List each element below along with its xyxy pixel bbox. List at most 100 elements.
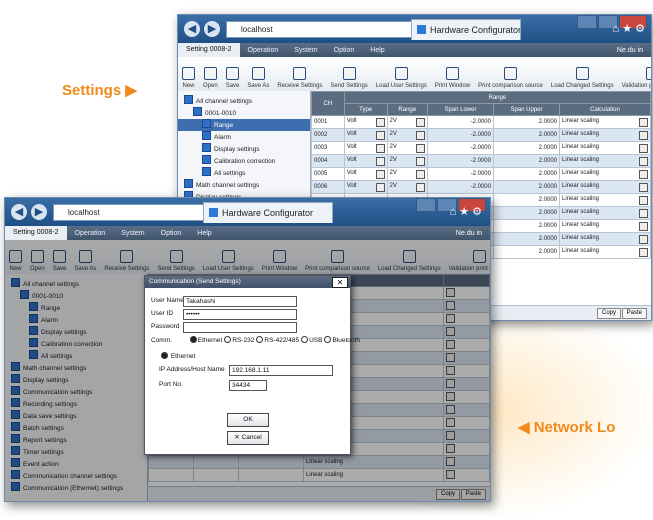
browser-tab[interactable]: Hardware Configurator: [411, 19, 521, 40]
menu-option[interactable]: Option: [153, 230, 190, 237]
cell-upper[interactable]: 2.0000: [492, 245, 561, 259]
cell-upper[interactable]: 2.0000: [492, 232, 561, 246]
dropdown-arrow-icon[interactable]: [375, 143, 385, 153]
cell-lower[interactable]: -2.0000: [426, 167, 494, 181]
tree-item[interactable]: Range: [178, 119, 310, 131]
cell-upper[interactable]: 2.0000: [492, 154, 561, 168]
tree-item[interactable]: 0001-0010: [178, 107, 310, 119]
home-star-gear-icon[interactable]: ⌂ ★ ⚙: [613, 22, 645, 35]
ip-address-field[interactable]: 192.168.1.11: [229, 365, 333, 376]
cell-lower[interactable]: -2.0000: [426, 141, 494, 155]
dropdown-arrow-icon[interactable]: [639, 221, 648, 231]
tree-item[interactable]: Math channel settings: [178, 179, 310, 191]
dropdown-arrow-icon[interactable]: [415, 143, 425, 153]
cell-calc[interactable]: Linear scaling: [559, 154, 651, 168]
cell-upper[interactable]: 2.0000: [492, 193, 561, 207]
ribbon-button[interactable]: Print Window: [431, 67, 474, 91]
dropdown-arrow-icon[interactable]: [415, 130, 425, 140]
home-star-gear-icon[interactable]: ⌂ ★ ⚙: [450, 205, 482, 218]
menu-setting[interactable]: Setting 0008-2: [5, 226, 67, 240]
menu-option[interactable]: Option: [326, 47, 363, 54]
cell-lower[interactable]: -2.0000: [426, 180, 494, 194]
cell-type[interactable]: Volt: [343, 141, 388, 155]
cell-calc[interactable]: Linear scaling: [559, 128, 651, 142]
cell-range[interactable]: 2V: [386, 180, 428, 194]
cell-upper[interactable]: 2.0000: [492, 180, 561, 194]
back-arrow-icon[interactable]: ◀: [184, 21, 200, 37]
table-row[interactable]: 0001 Volt 2V -2.0000 2.0000 Linear scaling: [311, 115, 651, 129]
radio-button-icon[interactable]: [324, 336, 332, 343]
dropdown-arrow-icon[interactable]: [375, 117, 385, 127]
cell-type[interactable]: Volt: [343, 167, 388, 181]
cell-range[interactable]: 2V: [386, 115, 428, 129]
cell-type[interactable]: Volt: [343, 154, 388, 168]
tree-item[interactable]: All settings: [178, 167, 310, 179]
cell-ch[interactable]: 0001: [311, 115, 345, 129]
cell-upper[interactable]: 2.0000: [492, 167, 561, 181]
cell-range[interactable]: 2V: [386, 154, 428, 168]
cell-type[interactable]: Volt: [343, 115, 388, 129]
cell-calc[interactable]: Linear scaling: [559, 245, 651, 259]
dropdown-arrow-icon[interactable]: [375, 169, 385, 179]
menu-right-link[interactable]: Ne.du in: [609, 47, 651, 54]
tree-item[interactable]: Display settings: [178, 143, 310, 155]
dropdown-arrow-icon[interactable]: [415, 182, 425, 192]
paste-button[interactable]: Paste: [621, 308, 647, 319]
cell-calc[interactable]: Linear scaling: [559, 115, 651, 129]
ribbon-button[interactable]: Save As: [243, 67, 273, 91]
tree-item[interactable]: Alarm: [178, 131, 310, 143]
ribbon-button[interactable]: Send Settings: [326, 67, 371, 91]
dropdown-arrow-icon[interactable]: [375, 182, 385, 192]
cell-calc[interactable]: Linear scaling: [559, 232, 651, 246]
ribbon-button[interactable]: Receive Settings: [273, 67, 326, 91]
cell-upper[interactable]: 2.0000: [492, 141, 561, 155]
menu-setting[interactable]: Setting 0008-2: [178, 43, 240, 57]
browser-tab[interactable]: Hardware Configurator: [203, 202, 333, 223]
cell-upper[interactable]: 2.0000: [492, 219, 561, 233]
ribbon-button[interactable]: Save: [222, 67, 244, 91]
cell-ch[interactable]: 0004: [311, 154, 345, 168]
copy-button[interactable]: Copy: [596, 308, 621, 319]
address-bar[interactable]: localhost: [226, 21, 420, 38]
address-bar[interactable]: localhost: [53, 204, 211, 221]
user-name-field[interactable]: Takahashi: [183, 296, 297, 307]
dropdown-arrow-icon[interactable]: [415, 169, 425, 179]
cell-upper[interactable]: 2.0000: [492, 115, 561, 129]
cell-range[interactable]: 2V: [386, 128, 428, 142]
cell-calc[interactable]: Linear scaling: [559, 206, 651, 220]
ribbon-button[interactable]: New: [178, 67, 199, 91]
cancel-button[interactable]: ✕ Cancel: [227, 431, 269, 445]
cell-calc[interactable]: Linear scaling: [559, 219, 651, 233]
cell-lower[interactable]: -2.0000: [426, 128, 494, 142]
dropdown-arrow-icon[interactable]: [639, 234, 648, 244]
menu-help[interactable]: Help: [189, 230, 219, 237]
cell-ch[interactable]: 0002: [311, 128, 345, 142]
tree-item[interactable]: All channel settings: [178, 95, 310, 107]
menu-system[interactable]: System: [113, 230, 152, 237]
ribbon-button[interactable]: Validation print window: [618, 67, 651, 91]
dropdown-arrow-icon[interactable]: [639, 169, 648, 179]
dropdown-arrow-icon[interactable]: [375, 156, 385, 166]
ribbon-button[interactable]: Load User Settings: [372, 67, 431, 91]
user-id-field[interactable]: ••••••: [183, 309, 297, 320]
radio-button-icon[interactable]: [224, 336, 232, 343]
password-field[interactable]: [183, 322, 297, 333]
dropdown-arrow-icon[interactable]: [639, 182, 648, 192]
cell-upper[interactable]: 2.0000: [492, 206, 561, 220]
dropdown-arrow-icon[interactable]: [639, 130, 648, 140]
back-arrow-icon[interactable]: ◀: [11, 204, 27, 220]
menu-help[interactable]: Help: [362, 47, 392, 54]
cell-calc[interactable]: Linear scaling: [559, 167, 651, 181]
cell-ch[interactable]: 0005: [311, 167, 345, 181]
cell-ch[interactable]: 0003: [311, 141, 345, 155]
cell-lower[interactable]: -2.0000: [426, 115, 494, 129]
close-icon[interactable]: ✕: [332, 277, 348, 288]
menu-right-link[interactable]: Ne.du in: [448, 230, 490, 237]
ribbon-button[interactable]: Print comparison source: [474, 67, 547, 91]
radio-button-icon[interactable]: [301, 336, 309, 343]
table-row[interactable]: 0002 Volt 2V -2.0000 2.0000 Linear scaling: [311, 128, 651, 142]
dropdown-arrow-icon[interactable]: [375, 130, 385, 140]
table-row[interactable]: 0005 Volt 2V -2.0000 2.0000 Linear scaling: [311, 167, 651, 181]
dropdown-arrow-icon[interactable]: [639, 143, 648, 153]
cell-calc[interactable]: Linear scaling: [559, 193, 651, 207]
